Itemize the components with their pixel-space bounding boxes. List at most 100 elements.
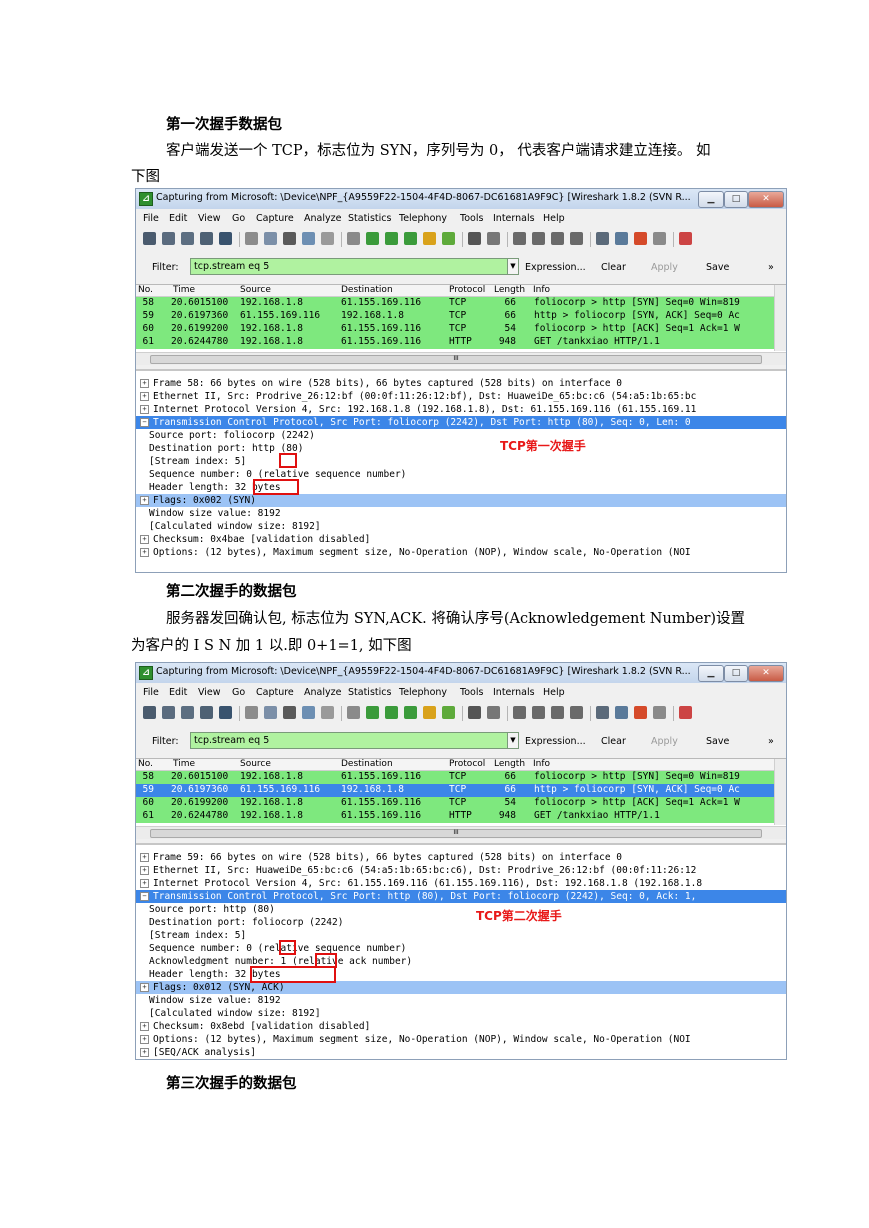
expand-icon[interactable]: +	[140, 1022, 149, 1031]
toolbar-button-icon[interactable]	[570, 706, 583, 719]
menu-telephony[interactable]: Telephony	[399, 687, 447, 698]
toolbar-button-icon[interactable]	[513, 706, 526, 719]
toolbar-button-icon[interactable]	[634, 232, 647, 245]
detail-line[interactable]: + Checksum: 0x4bae [validation disabled]	[136, 533, 786, 546]
menu-edit[interactable]: Edit	[169, 213, 187, 224]
filter-dropdown-icon[interactable]: ▼	[507, 732, 519, 749]
packet-list-vertical-scrollbar[interactable]	[774, 759, 786, 825]
expand-icon[interactable]: +	[140, 853, 149, 862]
detail-line[interactable]: Window size value: 8192	[136, 507, 786, 520]
toolbar-button-icon[interactable]	[532, 232, 545, 245]
toolbar-button-icon[interactable]	[679, 706, 692, 719]
column-header[interactable]: Time	[173, 285, 195, 295]
expand-icon[interactable]: +	[140, 496, 149, 505]
toolbar-button-icon[interactable]	[200, 232, 213, 245]
detail-line[interactable]: Source port: http (80)	[136, 903, 786, 916]
menu-view[interactable]: View	[198, 213, 221, 224]
detail-line[interactable]: Window size value: 8192	[136, 994, 786, 1007]
toolbar-button-icon[interactable]	[366, 232, 379, 245]
menu-statistics[interactable]: Statistics	[348, 687, 391, 698]
detail-line[interactable]: + Flags: 0x002 (SYN)	[136, 494, 786, 507]
toolbar-button-icon[interactable]	[468, 232, 481, 245]
detail-line[interactable]: Header length: 32 bytes	[136, 481, 786, 494]
toolbar-button-icon[interactable]	[423, 706, 436, 719]
close-button[interactable]: ✕	[748, 665, 784, 682]
toolbar-button-icon[interactable]	[570, 232, 583, 245]
filter-save-button[interactable]: Save	[706, 262, 729, 273]
toolbar-button-icon[interactable]	[264, 706, 277, 719]
expand-icon[interactable]: +	[140, 535, 149, 544]
toolbar-button-icon[interactable]	[162, 232, 175, 245]
column-header[interactable]: Source	[240, 285, 271, 295]
toolbar-button-icon[interactable]	[423, 232, 436, 245]
minimize-button[interactable]: ▁	[698, 665, 724, 682]
packet-row[interactable]: 58 20.6015100 192.168.1.8 61.155.169.116 TCP…	[136, 771, 774, 784]
toolbar-button-icon[interactable]	[162, 706, 175, 719]
toolbar-button-icon[interactable]	[442, 232, 455, 245]
detail-line[interactable]: Header length: 32 bytes	[136, 968, 786, 981]
detail-line[interactable]: + Frame 58: 66 bytes on wire (528 bits), …	[136, 377, 786, 390]
expand-icon[interactable]: +	[140, 392, 149, 401]
filter-expression-button[interactable]: Expression...	[525, 736, 586, 747]
toolbar-overflow-icon[interactable]: »	[768, 262, 774, 273]
menu-help[interactable]: Help	[543, 213, 565, 224]
toolbar-button-icon[interactable]	[200, 706, 213, 719]
toolbar-button-icon[interactable]	[442, 706, 455, 719]
toolbar-button-icon[interactable]	[653, 232, 666, 245]
toolbar-button-icon[interactable]	[487, 706, 500, 719]
expand-icon[interactable]: +	[140, 405, 149, 414]
menu-statistics[interactable]: Statistics	[348, 213, 391, 224]
menu-file[interactable]: File	[143, 687, 159, 698]
detail-line[interactable]: + Ethernet II, Src: HuaweiDe_65:bc:c6 (54…	[136, 864, 786, 877]
detail-line[interactable]: + Internet Protocol Version 4, Src: 61.15…	[136, 877, 786, 890]
expand-icon[interactable]: +	[140, 983, 149, 992]
toolbar-button-icon[interactable]	[653, 706, 666, 719]
toolbar-button-icon[interactable]	[181, 706, 194, 719]
collapse-icon[interactable]: −	[140, 418, 149, 427]
expand-icon[interactable]: +	[140, 548, 149, 557]
menu-go[interactable]: Go	[232, 213, 245, 224]
toolbar-button-icon[interactable]	[634, 706, 647, 719]
packet-row[interactable]: 59 20.6197360 61.155.169.116 192.168.1.8 TCP…	[136, 784, 774, 797]
toolbar-button-icon[interactable]	[551, 706, 564, 719]
filter-dropdown-icon[interactable]: ▼	[507, 258, 519, 275]
column-header[interactable]: Source	[240, 759, 271, 769]
detail-line[interactable]: Destination port: http (80)	[136, 442, 786, 455]
column-header[interactable]: Time	[173, 759, 195, 769]
expand-icon[interactable]: +	[140, 379, 149, 388]
toolbar-button-icon[interactable]	[513, 232, 526, 245]
toolbar-button-icon[interactable]	[245, 706, 258, 719]
minimize-button[interactable]: ▁	[698, 191, 724, 208]
toolbar-button-icon[interactable]	[487, 232, 500, 245]
detail-line[interactable]: Sequence number: 0 (relative sequence nu…	[136, 942, 786, 955]
toolbar-button-icon[interactable]	[385, 232, 398, 245]
menu-internals[interactable]: Internals	[493, 687, 535, 698]
filter-apply-button[interactable]: Apply	[651, 262, 678, 273]
packet-list-horizontal-scrollbar[interactable]: III	[136, 352, 786, 365]
menu-tools[interactable]: Tools	[460, 687, 483, 698]
detail-line[interactable]: Destination port: foliocorp (2242)	[136, 916, 786, 929]
maximize-button[interactable]: □	[724, 191, 748, 208]
menu-capture[interactable]: Capture	[256, 213, 294, 224]
detail-line[interactable]: − Transmission Control Protocol, Src Port…	[136, 890, 786, 903]
menu-view[interactable]: View	[198, 687, 221, 698]
column-header[interactable]: Destination	[341, 759, 393, 769]
detail-line[interactable]: + Ethernet II, Src: Prodrive_26:12:bf (00…	[136, 390, 786, 403]
toolbar-button-icon[interactable]	[219, 232, 232, 245]
column-header[interactable]: No.	[138, 759, 153, 769]
detail-line[interactable]: Sequence number: 0 (relative sequence nu…	[136, 468, 786, 481]
detail-line[interactable]: + Internet Protocol Version 4, Src: 192.1…	[136, 403, 786, 416]
toolbar-button-icon[interactable]	[143, 706, 156, 719]
menu-file[interactable]: File	[143, 213, 159, 224]
packet-row[interactable]: 61 20.6244780 192.168.1.8 61.155.169.116 HTT…	[136, 810, 774, 823]
toolbar-button-icon[interactable]	[385, 706, 398, 719]
filter-apply-button[interactable]: Apply	[651, 736, 678, 747]
column-header[interactable]: Protocol	[449, 759, 485, 769]
toolbar-button-icon[interactable]	[468, 706, 481, 719]
expand-icon[interactable]: +	[140, 1048, 149, 1057]
toolbar-button-icon[interactable]	[181, 232, 194, 245]
detail-line[interactable]: Source port: foliocorp (2242)	[136, 429, 786, 442]
filter-save-button[interactable]: Save	[706, 736, 729, 747]
detail-line[interactable]: [Stream index: 5]	[136, 929, 786, 942]
toolbar-button-icon[interactable]	[615, 232, 628, 245]
